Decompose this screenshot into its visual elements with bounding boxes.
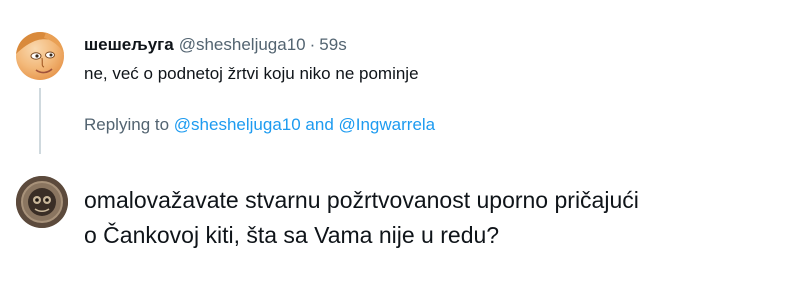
reply-avatar[interactable] (16, 176, 68, 228)
timestamp[interactable]: 59s (319, 35, 346, 55)
parent-tweet-text: ne, već o podnetoj žrtvi koju niko ne po… (84, 64, 419, 83)
replying-prefix: Replying to (84, 115, 174, 134)
replying-mention-2[interactable]: @Ingwarrela (339, 115, 436, 134)
parent-avatar[interactable] (16, 32, 64, 80)
replying-mention-1[interactable]: @shesheljuga10 (174, 115, 301, 134)
user-handle[interactable]: @shesheljuga10 (179, 35, 306, 55)
parent-tweet: шешељуга @shesheljuga10 · 59s ne, već o … (0, 0, 796, 160)
replying-to-line: Replying to @shesheljuga10 and @Ingwarre… (84, 115, 435, 135)
reply-avatar-image (16, 176, 68, 228)
reply-text-line-1: omalovažavate stvarnu požrtvovanost upor… (84, 187, 639, 213)
parent-avatar-image (16, 32, 64, 74)
thread-line (39, 88, 41, 154)
parent-tweet-header: шешељуга @shesheljuga10 · 59s (84, 35, 347, 57)
reply-text-line-2: o Čankovoj kiti, šta sa Vama nije u redu… (84, 222, 500, 248)
replying-conjunction[interactable]: and (301, 115, 339, 134)
reply-compose-text[interactable]: omalovažavate stvarnu požrtvovanost upor… (84, 183, 774, 253)
separator-dot: · (309, 35, 316, 54)
display-name[interactable]: шешељуга (84, 35, 174, 55)
